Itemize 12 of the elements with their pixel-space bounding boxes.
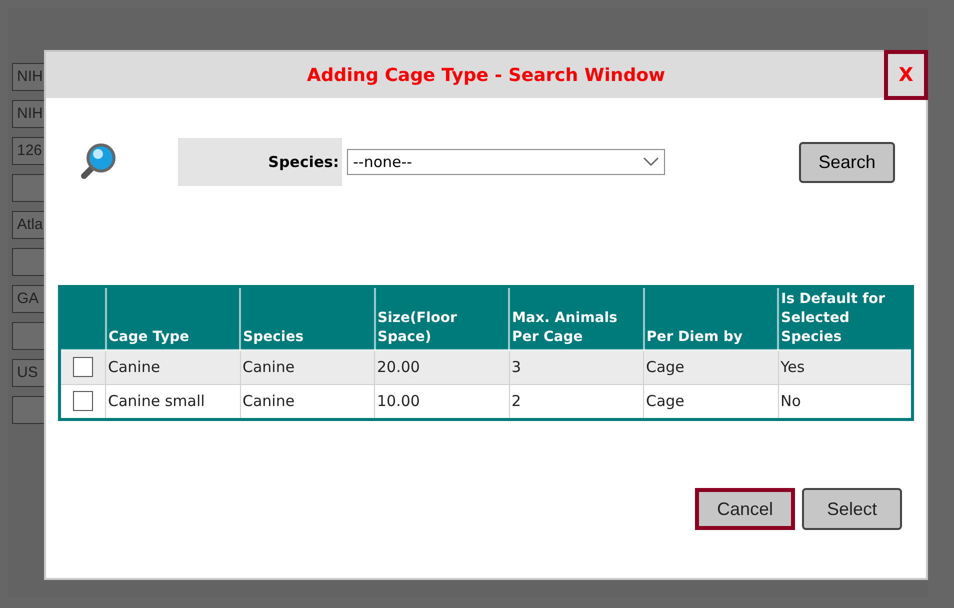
window-title: Adding Cage Type - Search Window <box>306 64 666 88</box>
table-cell: Canine small <box>106 384 240 420</box>
species-label: Species: <box>268 152 339 173</box>
chevron-down-icon <box>643 157 659 167</box>
species-dropdown[interactable]: --none-- <box>347 149 665 175</box>
table-cell: Cage <box>644 384 778 420</box>
dialog-button[interactable]: Cancel <box>695 488 795 530</box>
row-checkbox[interactable] <box>73 356 93 377</box>
table-cell: Canine <box>240 384 374 420</box>
search-button[interactable]: Search <box>799 142 895 182</box>
row-checkbox[interactable] <box>73 391 93 412</box>
dialog-button[interactable]: Select <box>802 488 902 530</box>
